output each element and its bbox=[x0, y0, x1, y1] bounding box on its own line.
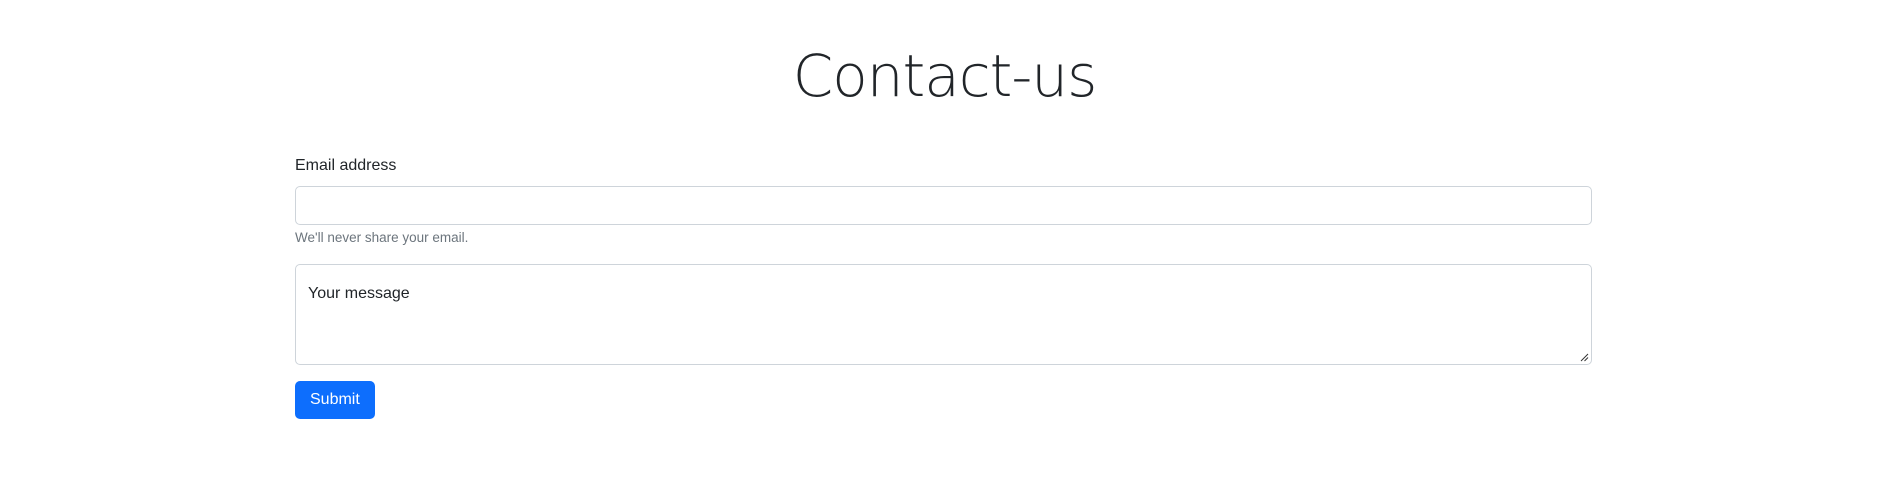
page-title: Contact-us bbox=[792, 42, 1098, 110]
submit-button[interactable]: Submit bbox=[295, 381, 375, 419]
message-field-wrapper bbox=[295, 264, 1592, 365]
email-help-text: We'll never share your email. bbox=[295, 230, 469, 245]
contact-page: Contact-us Email address We'll never sha… bbox=[0, 0, 1889, 496]
message-field[interactable] bbox=[295, 264, 1592, 365]
email-label: Email address bbox=[295, 157, 397, 174]
email-field[interactable] bbox=[295, 186, 1592, 225]
resize-grip-icon[interactable] bbox=[1579, 352, 1589, 362]
contact-form: Email address We'll never share your ema… bbox=[295, 155, 1592, 419]
